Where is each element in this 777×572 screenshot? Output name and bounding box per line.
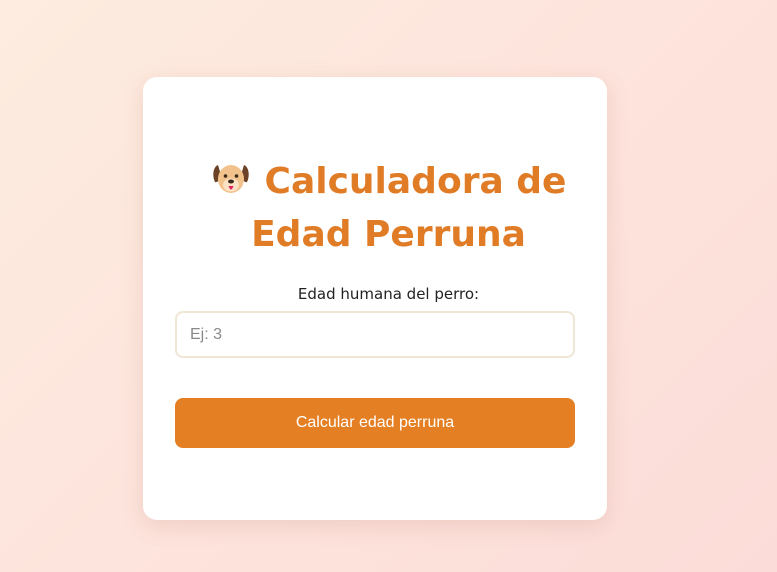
title-line-1: Calculadora de — [0, 155, 777, 208]
title-text-line-1: Calculadora de — [264, 161, 567, 202]
page-title: Calculadora de Edad Perruna — [0, 155, 777, 261]
dog-face-icon — [212, 165, 249, 193]
age-input[interactable] — [175, 311, 575, 358]
title-text-line-2: Edad Perruna — [251, 214, 526, 255]
age-field-label: Edad humana del perro: — [297, 285, 480, 303]
calculate-button[interactable]: Calcular edad perruna — [175, 398, 575, 448]
page-background: { "calculator": { "title_line1": "Calcul… — [0, 0, 777, 572]
